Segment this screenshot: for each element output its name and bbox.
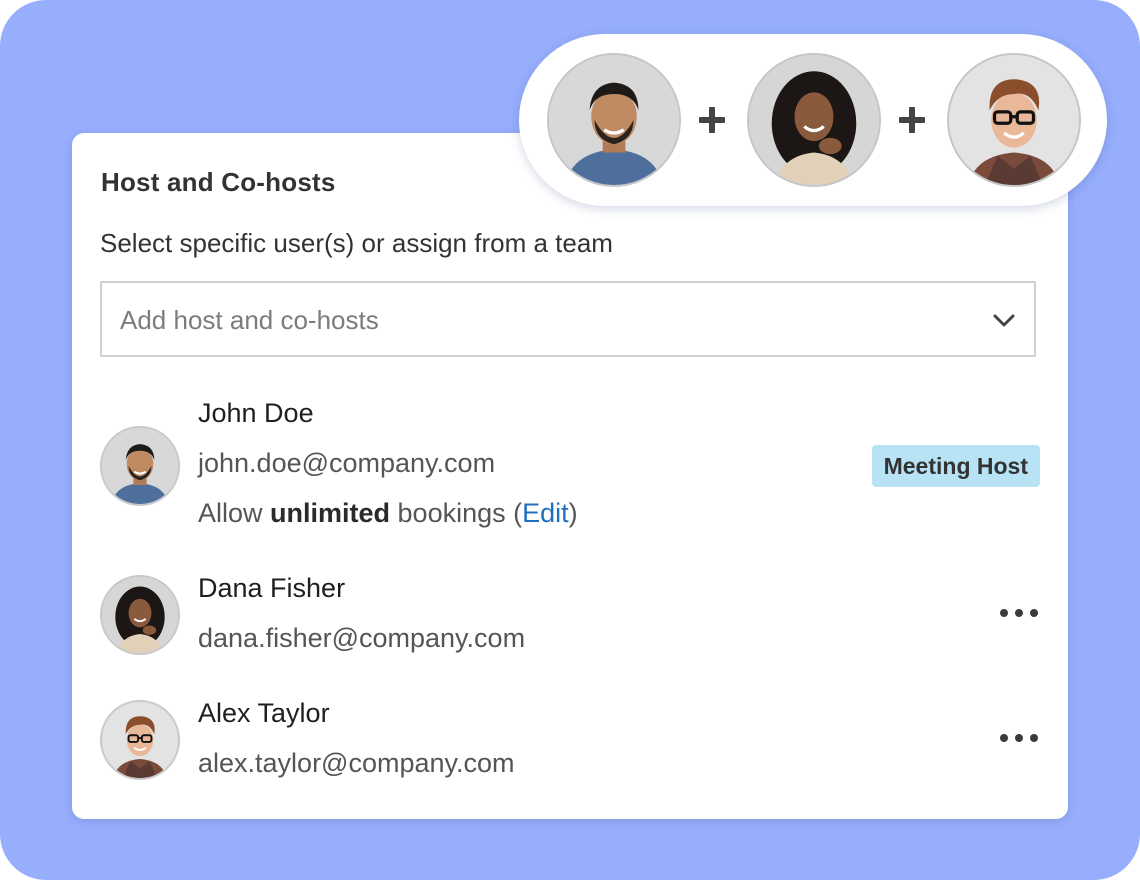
avatar xyxy=(547,53,681,187)
user-row-john-doe: John Doe john.doe@company.com Allow unli… xyxy=(72,398,1068,538)
cohost-avatars-pill xyxy=(519,34,1107,206)
avatar xyxy=(100,426,180,506)
section-subtitle: Select specific user(s) or assign from a… xyxy=(100,228,613,258)
booking-limit-note: Allow unlimited bookings (Edit) xyxy=(198,498,578,529)
plus-icon xyxy=(699,107,725,133)
note-suffix: bookings ( xyxy=(390,498,523,528)
avatar xyxy=(100,700,180,780)
avatar xyxy=(100,575,180,655)
user-name: John Doe xyxy=(198,398,314,428)
user-row-alex-taylor: Alex Taylor alex.taylor@company.com xyxy=(72,698,1068,788)
user-name: Alex Taylor xyxy=(198,698,330,728)
avatar xyxy=(747,53,881,187)
note-bold: unlimited xyxy=(270,498,391,528)
plus-icon xyxy=(899,107,925,133)
host-cohosts-card: Host and Co-hosts Select specific user(s… xyxy=(72,133,1068,819)
user-email: dana.fisher@company.com xyxy=(198,623,526,653)
host-select-placeholder: Add host and co-hosts xyxy=(120,305,379,335)
user-name: Dana Fisher xyxy=(198,573,346,603)
background-canvas: Host and Co-hosts Select specific user(s… xyxy=(0,0,1140,880)
chevron-down-icon xyxy=(993,314,1015,327)
user-email: alex.taylor@company.com xyxy=(198,748,515,778)
host-select-dropdown[interactable]: Add host and co-hosts xyxy=(100,281,1036,357)
user-row-dana-fisher: Dana Fisher dana.fisher@company.com xyxy=(72,573,1068,663)
note-end: ) xyxy=(568,498,578,528)
meeting-host-badge: Meeting Host xyxy=(871,445,1040,487)
user-email: john.doe@company.com xyxy=(198,448,496,478)
section-title: Host and Co-hosts xyxy=(101,167,336,197)
more-options-button[interactable] xyxy=(1000,728,1040,748)
more-options-button[interactable] xyxy=(1000,603,1040,623)
avatar xyxy=(947,53,1081,187)
note-prefix: Allow xyxy=(198,498,271,528)
edit-link[interactable]: Edit xyxy=(522,498,569,528)
